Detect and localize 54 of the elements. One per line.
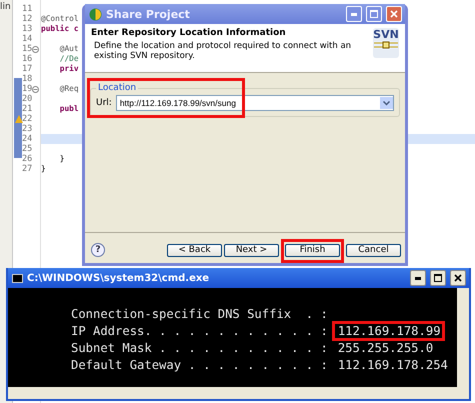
line-number: 16: [22, 54, 32, 64]
line-number: 21: [22, 104, 32, 114]
line-number: 19: [22, 84, 32, 94]
maximize-icon: [434, 274, 442, 282]
wizard-button[interactable]: Finish: [285, 244, 340, 256]
minimize-icon: [415, 276, 421, 280]
line-number: 13: [22, 24, 32, 34]
line-number: 12: [22, 14, 32, 24]
panel-tab-label: lin: [0, 2, 11, 12]
console-value: 112.169.178.254: [336, 356, 449, 374]
vertical-scrollbar[interactable]: [457, 288, 469, 387]
close-icon: [390, 10, 398, 18]
fold-icon[interactable]: [32, 46, 40, 52]
console-label: Connection-specific DNS Suffix . :: [71, 306, 328, 320]
line-number: 27: [22, 164, 32, 174]
minimize-icon: [351, 12, 357, 16]
line-number: 14: [22, 34, 32, 44]
chevron-down-icon: [383, 100, 390, 106]
wizard-button[interactable]: Cancel: [346, 244, 401, 256]
console-value: 112.169.178.99: [332, 320, 445, 340]
maximize-icon: [370, 10, 378, 18]
line-number: 20: [22, 94, 32, 104]
console-value: 255.255.255.0: [336, 340, 434, 356]
line-number: 22: [22, 114, 32, 124]
console-label: Default Gateway . . . . . . . . . :: [71, 358, 328, 372]
maximize-button[interactable]: [430, 270, 446, 286]
line-number: 24: [22, 134, 32, 144]
line-number: 26: [22, 154, 32, 164]
console-label: Subnet Mask . . . . . . . . . . . :: [71, 340, 328, 354]
help-button[interactable]: ?: [91, 243, 105, 257]
page-title: Enter Repository Location Information: [91, 28, 287, 38]
close-icon: [454, 274, 462, 282]
line-number: 23: [22, 124, 32, 134]
fold-icon[interactable]: [32, 86, 40, 92]
console-label: IP Address. . . . . . . . . . . . :: [71, 324, 328, 338]
wizard-button[interactable]: Next >: [224, 244, 279, 256]
close-button[interactable]: [450, 270, 466, 286]
group-label: Location: [97, 83, 138, 93]
wizard-button[interactable]: < Back: [167, 244, 222, 256]
horizontal-scrollbar[interactable]: [8, 387, 469, 399]
line-number: 15: [22, 44, 32, 54]
minimize-button[interactable]: [410, 270, 426, 286]
app-logo-icon: [89, 8, 102, 20]
line-number: 17: [22, 64, 32, 74]
svn-logo: SVN: [373, 28, 399, 58]
window-title: C:\WINDOWS\system32\cmd.exe: [27, 272, 210, 284]
page-description: Define the location and protocol required to connect with an existing SVN repository.: [93, 41, 352, 61]
line-number: 25: [22, 144, 32, 154]
line-number: 11: [22, 4, 32, 14]
line-number: 18: [22, 74, 32, 84]
window-title: Share Project: [106, 8, 191, 20]
url-combo-box[interactable]: http://112.169.178.99/svn/sung: [116, 95, 394, 111]
url-label: Url:: [96, 98, 112, 108]
console-icon: [12, 274, 23, 282]
